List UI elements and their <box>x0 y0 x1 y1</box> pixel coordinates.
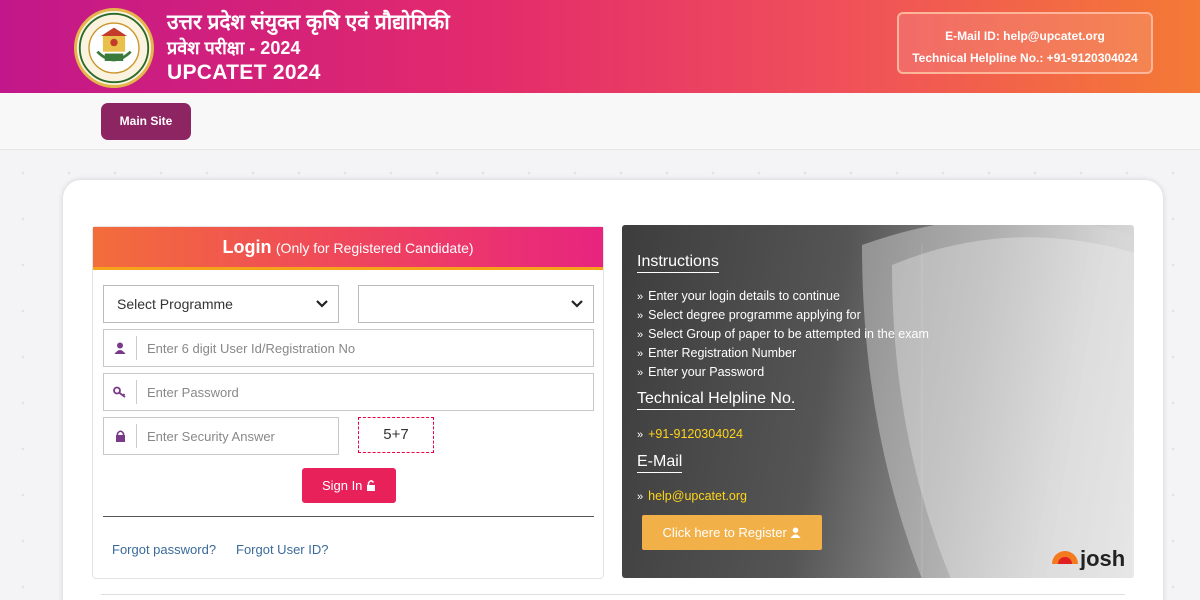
instruction-item: » Enter your Password <box>637 365 765 379</box>
login-header: Login (Only for Registered Candidate) <box>93 227 603 270</box>
card-divider <box>101 594 1125 595</box>
email-item: » help@upcatet.org <box>637 489 747 503</box>
helpline-item: » +91-9120304024 <box>637 427 743 441</box>
unlock-icon <box>367 480 376 491</box>
jagran-josh-logo: josh <box>1052 546 1125 570</box>
double-chevron-icon: » <box>637 291 644 303</box>
university-logo <box>74 8 154 88</box>
contact-helpline: Technical Helpline No.: +91-9120304024 <box>912 51 1138 65</box>
title-hindi-line1: उत्तर प्रदेश संयुक्त कृषि एवं प्रौद्योगि… <box>167 11 450 34</box>
instructions-panel: Instructions » Enter your login details t… <box>622 225 1134 578</box>
site-title: उत्तर प्रदेश संयुक्त कृषि एवं प्रौद्योगि… <box>167 10 450 86</box>
instruction-item: » Select degree programme applying for <box>637 308 861 322</box>
captcha-question: 5+7 <box>358 417 434 453</box>
instruction-item: » Enter Registration Number <box>637 346 797 360</box>
security-answer-field[interactable]: Enter Security Answer <box>103 417 339 455</box>
chevron-down-icon <box>316 300 328 308</box>
userid-placeholder: Enter 6 digit User Id/Registration No <box>147 340 356 356</box>
helpline-title: Technical Helpline No. <box>637 390 796 410</box>
title-english: UPCATET 2024 <box>167 61 321 84</box>
instructions-title: Instructions <box>637 253 719 273</box>
key-icon <box>104 380 137 404</box>
contact-box: E-Mail ID: help@upcatet.org Technical He… <box>897 12 1153 74</box>
programme-select-value: Select Programme <box>117 296 233 312</box>
title-hindi-line2: प्रवेश परीक्षा - 2024 <box>167 38 301 58</box>
group-select[interactable] <box>358 285 594 323</box>
login-subtitle: (Only for Registered Candidate) <box>275 240 474 256</box>
site-header: उत्तर प्रदेश संयुक्त कृषि एवं प्रौद्योगि… <box>0 0 1200 93</box>
chevron-down-icon <box>571 300 583 308</box>
password-field[interactable]: Enter Password <box>103 373 594 411</box>
double-chevron-icon: » <box>637 329 644 341</box>
password-placeholder: Enter Password <box>147 384 239 400</box>
login-title: Login <box>222 237 272 257</box>
sign-in-label: Sign In <box>321 478 363 493</box>
email-link[interactable]: help@upcatet.org <box>648 489 747 503</box>
instruction-item: » Select Group of paper to be attempted i… <box>637 327 929 341</box>
contact-email: E-Mail ID: help@upcatet.org <box>945 29 1105 43</box>
forgot-userid-link[interactable]: Forgot User ID? <box>236 542 328 557</box>
double-chevron-icon: » <box>637 348 644 360</box>
security-placeholder: Enter Security Answer <box>147 428 275 444</box>
helpline-number: +91-9120304024 <box>648 427 744 441</box>
sign-in-button[interactable]: Sign In <box>302 468 396 503</box>
userid-field[interactable]: Enter 6 digit User Id/Registration No <box>103 329 594 367</box>
instruction-item: » Enter your login details to continue <box>637 289 840 303</box>
double-chevron-icon: » <box>637 429 644 441</box>
user-icon <box>790 527 801 538</box>
login-divider <box>103 516 594 517</box>
main-site-button[interactable]: Main Site <box>101 103 191 140</box>
register-label: Click here to Register <box>662 525 787 540</box>
paper-background-image <box>862 225 1134 578</box>
josh-logo-text: josh <box>1079 546 1125 570</box>
nav-bar: Main Site <box>0 93 1200 150</box>
user-icon <box>104 336 137 360</box>
register-button[interactable]: Click here to Register <box>642 515 822 550</box>
forgot-password-link[interactable]: Forgot password? <box>112 542 216 557</box>
double-chevron-icon: » <box>637 367 644 379</box>
double-chevron-icon: » <box>637 491 644 503</box>
login-panel: Login (Only for Registered Candidate) Se… <box>92 226 604 579</box>
double-chevron-icon: » <box>637 310 644 322</box>
lock-icon <box>104 424 137 448</box>
email-title: E-Mail <box>637 453 683 473</box>
programme-select[interactable]: Select Programme <box>103 285 339 323</box>
